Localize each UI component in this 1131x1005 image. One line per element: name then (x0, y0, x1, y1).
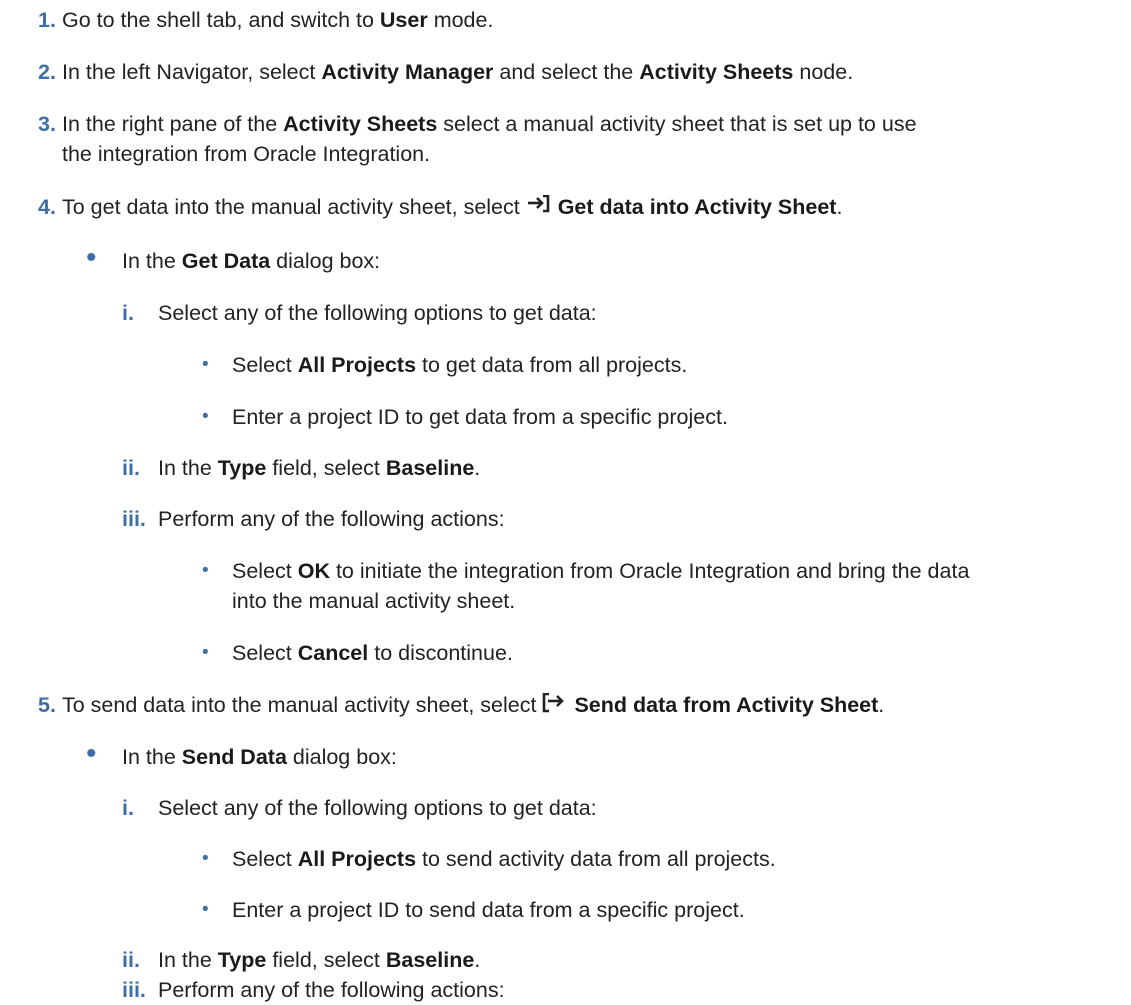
substep-number: ii. (122, 948, 140, 972)
step-text: In the left Navigator, select Activity M… (62, 60, 854, 84)
step-number: 2. (38, 60, 56, 84)
substep-text: Perform any of the following actions: (158, 507, 505, 531)
bullet-icon: • (202, 848, 209, 869)
list-item: In the Send Data dialog box: (122, 745, 397, 769)
substep-text: Select any of the following options to g… (158, 796, 597, 820)
list-item: In the Get Data dialog box: (122, 249, 381, 273)
substep-text: Perform any of the following actions: (158, 978, 505, 1002)
bullet-icon: • (86, 241, 97, 274)
list-item: Select All Projects to get data from all… (232, 353, 688, 377)
step-number: 4. (38, 195, 56, 219)
step-number: 3. (38, 112, 56, 136)
step-text: In the right pane of the Activity Sheets… (62, 112, 917, 136)
bullet-icon: • (202, 354, 209, 375)
step-number: 1. (38, 8, 56, 32)
list-item-continuation: into the manual activity sheet. (232, 589, 516, 613)
step-text: To send data into the manual activity sh… (62, 693, 885, 717)
substep-number: i. (122, 796, 134, 820)
bullet-icon: • (202, 642, 209, 663)
bullet-icon: • (202, 899, 209, 920)
list-item: Enter a project ID to get data from a sp… (232, 405, 728, 429)
list-item: Select Cancel to discontinue. (232, 641, 513, 665)
substep-text: In the Type field, select Baseline. (158, 948, 481, 972)
substep-number: i. (122, 301, 134, 325)
step-text: To get data into the manual activity she… (62, 195, 843, 219)
step-text: Go to the shell tab, and switch to User … (62, 8, 494, 32)
substep-number: iii. (122, 978, 146, 1002)
bullet-icon: • (202, 560, 209, 581)
arrow-out-of-bracket-icon (543, 693, 565, 713)
list-item: Select All Projects to send activity dat… (232, 847, 776, 871)
bullet-icon: • (202, 406, 209, 427)
procedure-page: 1. Go to the shell tab, and switch to Us… (0, 0, 1131, 1002)
substep-number: ii. (122, 456, 140, 480)
bullet-icon: • (86, 737, 97, 770)
substep-number: iii. (122, 507, 146, 531)
arrow-into-bracket-icon (527, 195, 550, 213)
substep-text: Select any of the following options to g… (158, 301, 597, 325)
step-number: 5. (38, 693, 56, 717)
list-item: Enter a project ID to send data from a s… (232, 898, 745, 922)
list-item: Select OK to initiate the integration fr… (232, 559, 970, 583)
substep-text: In the Type field, select Baseline. (158, 456, 481, 480)
step-text-continuation: the integration from Oracle Integration. (62, 142, 431, 166)
